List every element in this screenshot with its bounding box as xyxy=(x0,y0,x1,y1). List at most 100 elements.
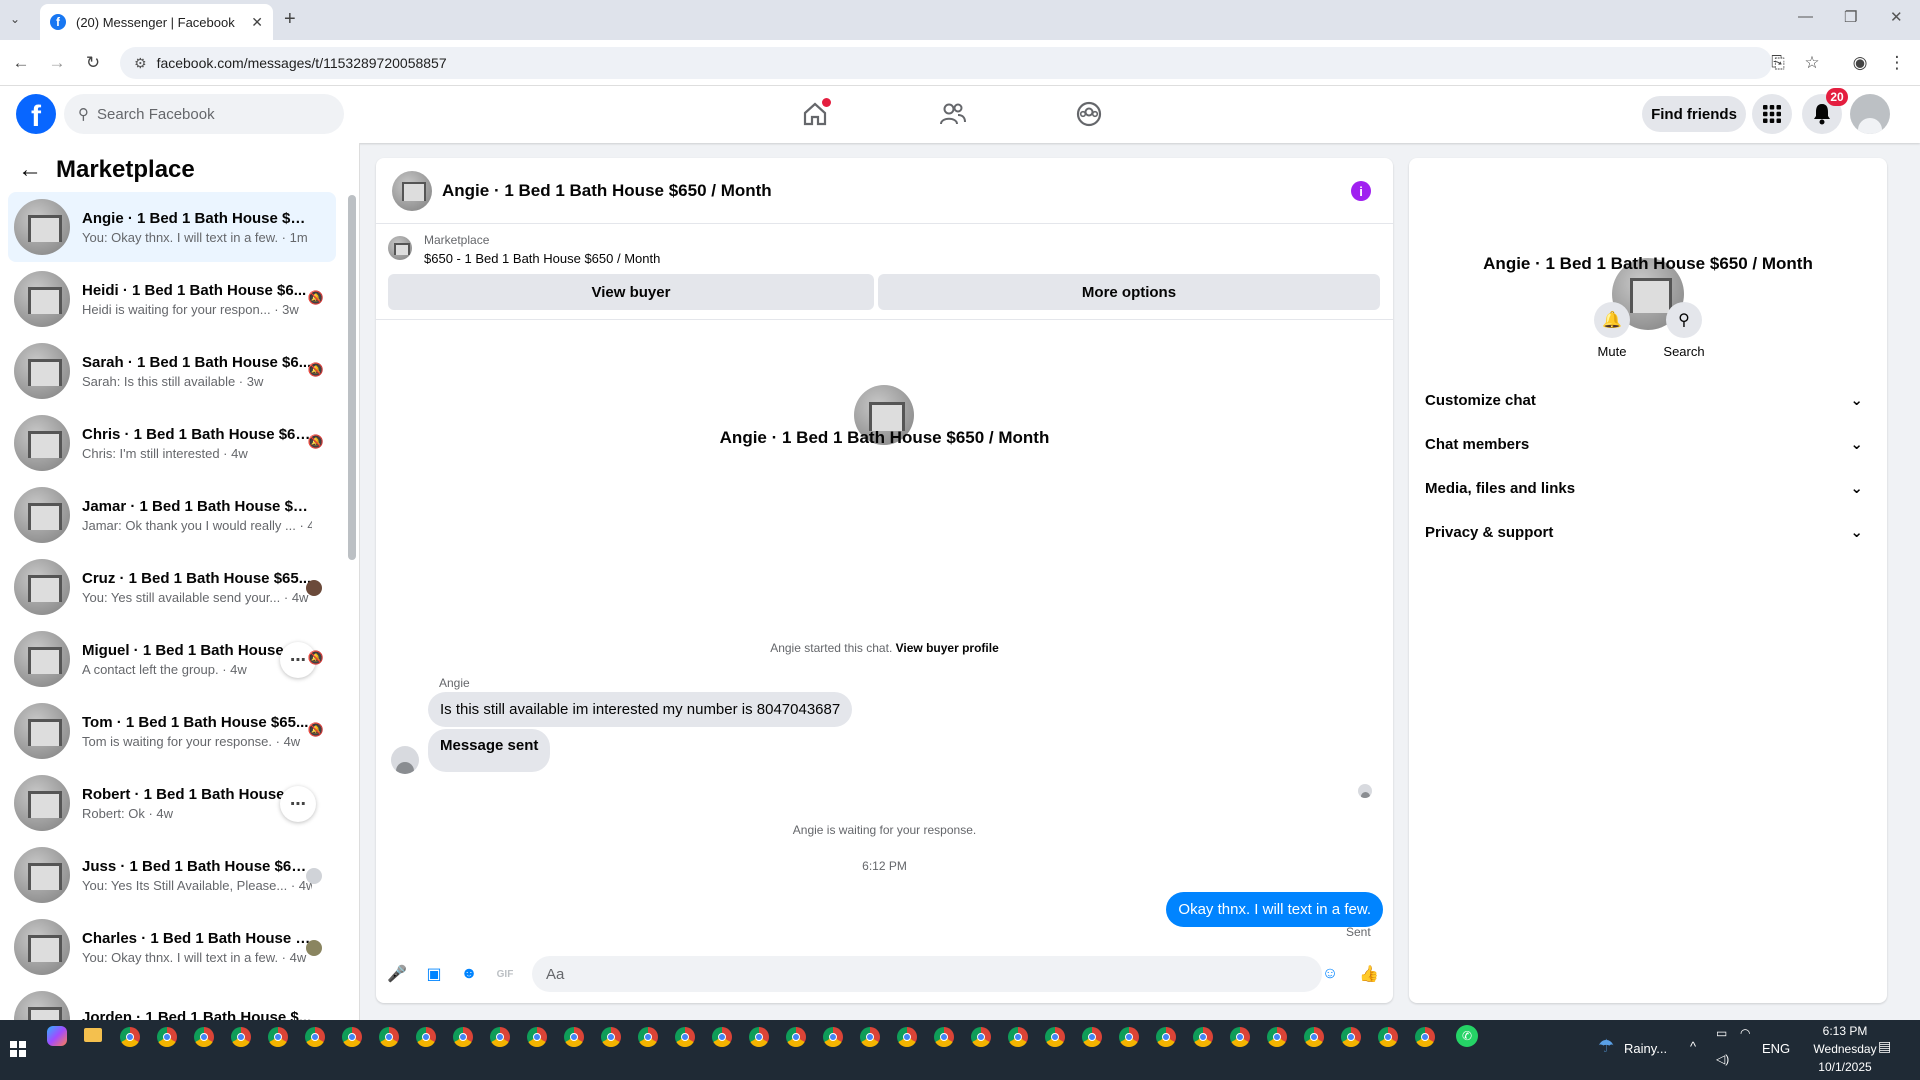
chrome-window-icon[interactable] xyxy=(527,1027,547,1047)
tray-chevron-icon[interactable]: ^ xyxy=(1690,1039,1696,1054)
notification-center-icon[interactable]: ▤ xyxy=(1878,1038,1891,1055)
conversation-item-cruz[interactable]: Cruz · 1 Bed 1 Bath House $65... You: Yes… xyxy=(8,552,336,622)
privacy-support-section[interactable]: Privacy & support ⌄ xyxy=(1425,514,1871,550)
chrome-window-icon[interactable] xyxy=(342,1027,362,1047)
device-icon[interactable]: ▭ xyxy=(1716,1026,1727,1040)
menu-grid-icon[interactable] xyxy=(1752,94,1792,134)
chrome-window-icon[interactable] xyxy=(1304,1027,1324,1047)
chrome-window-icon[interactable] xyxy=(786,1027,806,1047)
close-window-icon[interactable]: ✕ xyxy=(1890,8,1903,26)
chrome-window-icon[interactable] xyxy=(1341,1027,1361,1047)
more-options-icon[interactable]: ⋯ xyxy=(280,786,316,822)
chrome-window-icon[interactable] xyxy=(305,1027,325,1047)
address-bar[interactable]: ⚙ facebook.com/messages/t/11532897200588… xyxy=(120,47,1772,79)
emoji-icon[interactable]: ☺ xyxy=(1319,963,1341,985)
more-options-button[interactable]: More options xyxy=(878,274,1380,310)
mute-action[interactable]: 🔔 Mute xyxy=(1592,302,1632,359)
conversation-item-jorden[interactable]: Jorden · 1 Bed 1 Bath House $... xyxy=(8,984,336,1020)
install-app-icon[interactable]: ⎘ xyxy=(1765,50,1791,76)
outgoing-message[interactable]: Okay thnx. I will text in a few. xyxy=(1166,892,1383,927)
tab-list-icon[interactable]: ⌄ xyxy=(10,12,20,26)
chrome-window-icon[interactable] xyxy=(860,1027,880,1047)
conversation-item-charles[interactable]: Charles · 1 Bed 1 Bath House $... You: Ok… xyxy=(8,912,336,982)
facebook-search-input[interactable]: ⚲ Search Facebook xyxy=(64,94,344,134)
conversation-item-chris[interactable]: Chris · 1 Bed 1 Bath House $65... Chris: … xyxy=(8,408,336,478)
browser-menu-icon[interactable]: ⋮ xyxy=(1884,50,1910,76)
media-files-links-section[interactable]: Media, files and links ⌄ xyxy=(1425,470,1871,506)
copilot-icon[interactable] xyxy=(47,1026,67,1046)
file-explorer-icon[interactable] xyxy=(84,1028,102,1042)
wifi-icon[interactable]: ◠ xyxy=(1740,1026,1750,1040)
chrome-window-icon[interactable] xyxy=(268,1027,288,1047)
home-icon[interactable] xyxy=(798,98,832,129)
chrome-window-icon[interactable] xyxy=(1193,1027,1213,1047)
chrome-window-icon[interactable] xyxy=(379,1027,399,1047)
sticker-icon[interactable]: ☻ xyxy=(458,963,480,985)
chrome-window-icon[interactable] xyxy=(1082,1027,1102,1047)
chrome-window-icon[interactable] xyxy=(490,1027,510,1047)
chrome-window-icon[interactable] xyxy=(601,1027,621,1047)
chrome-window-icon[interactable] xyxy=(1230,1027,1250,1047)
weather-text[interactable]: Rainy... xyxy=(1624,1041,1667,1056)
chrome-window-icon[interactable] xyxy=(823,1027,843,1047)
restore-icon[interactable]: ❐ xyxy=(1844,8,1857,26)
incoming-message[interactable]: Message sent xyxy=(428,729,551,772)
whatsapp-icon[interactable]: ✆ xyxy=(1456,1025,1478,1047)
chrome-window-icon[interactable] xyxy=(231,1027,251,1047)
conversation-item-miguel[interactable]: Miguel · 1 Bed 1 Bath House $ A contact l… xyxy=(8,624,336,694)
browser-tab[interactable]: f (20) Messenger | Facebook ✕ xyxy=(40,4,273,40)
chrome-window-icon[interactable] xyxy=(675,1027,695,1047)
conversation-item-heidi[interactable]: Heidi · 1 Bed 1 Bath House $6... Heidi is… xyxy=(8,264,336,334)
customize-chat-section[interactable]: Customize chat ⌄ xyxy=(1425,382,1871,418)
profile-icon[interactable]: ◉ xyxy=(1847,50,1873,76)
chrome-window-icon[interactable] xyxy=(1267,1027,1287,1047)
photo-icon[interactable]: ▣ xyxy=(423,963,445,985)
view-buyer-button[interactable]: View buyer xyxy=(388,274,874,310)
chrome-window-icon[interactable] xyxy=(1045,1027,1065,1047)
chrome-window-icon[interactable] xyxy=(120,1027,140,1047)
chrome-window-icon[interactable] xyxy=(1378,1027,1398,1047)
chat-title[interactable]: Angie · 1 Bed 1 Bath House $650 / Month xyxy=(442,181,772,201)
conversation-item-jamar[interactable]: Jamar · 1 Bed 1 Bath House $650... Jamar:… xyxy=(8,480,336,550)
chrome-window-icon[interactable] xyxy=(1156,1027,1176,1047)
message-input[interactable]: Aa xyxy=(532,956,1322,992)
view-buyer-profile-link[interactable]: View buyer profile xyxy=(896,641,999,655)
chrome-window-icon[interactable] xyxy=(453,1027,473,1047)
microphone-icon[interactable]: 🎤 xyxy=(386,963,408,985)
facebook-logo[interactable]: f xyxy=(16,94,56,134)
chrome-window-icon[interactable] xyxy=(416,1027,436,1047)
conversation-item-juss[interactable]: Juss · 1 Bed 1 Bath House $65... You: Yes… xyxy=(8,840,336,910)
chrome-window-icon[interactable] xyxy=(1415,1027,1435,1047)
chrome-window-icon[interactable] xyxy=(971,1027,991,1047)
conversation-item-tom[interactable]: Tom · 1 Bed 1 Bath House $65... Tom is wa… xyxy=(8,696,336,766)
reload-icon[interactable]: ↻ xyxy=(80,50,106,76)
chat-avatar[interactable] xyxy=(392,170,432,211)
chrome-window-icon[interactable] xyxy=(564,1027,584,1047)
conversation-item-sarah[interactable]: Sarah · 1 Bed 1 Bath House $6... Sarah: I… xyxy=(8,336,336,406)
chrome-window-icon[interactable] xyxy=(934,1027,954,1047)
conversation-item-robert[interactable]: Robert · 1 Bed 1 Bath House $... Robert: … xyxy=(8,768,336,838)
chrome-window-icon[interactable] xyxy=(712,1027,732,1047)
conversation-info-icon[interactable]: i xyxy=(1351,181,1371,201)
friends-icon[interactable] xyxy=(936,99,970,129)
chrome-window-icon[interactable] xyxy=(638,1027,658,1047)
minimize-icon[interactable]: — xyxy=(1798,8,1813,25)
back-arrow-icon[interactable]: ← xyxy=(18,156,42,184)
forward-icon[interactable]: → xyxy=(44,50,70,76)
account-avatar[interactable] xyxy=(1850,94,1890,134)
chrome-window-icon[interactable] xyxy=(897,1027,917,1047)
chrome-window-icon[interactable] xyxy=(1008,1027,1028,1047)
chrome-window-icon[interactable] xyxy=(194,1027,214,1047)
bookmark-star-icon[interactable]: ☆ xyxy=(1799,50,1825,76)
back-icon[interactable]: ← xyxy=(8,50,34,76)
find-friends-button[interactable]: Find friends xyxy=(1642,96,1746,132)
new-tab-button[interactable]: + xyxy=(284,8,296,31)
chrome-window-icon[interactable] xyxy=(749,1027,769,1047)
volume-icon[interactable]: ◁) xyxy=(1716,1052,1729,1066)
weather-icon[interactable]: ☂ xyxy=(1598,1036,1614,1057)
conversation-item-angie[interactable]: Angie · 1 Bed 1 Bath House $650... You: O… xyxy=(8,192,336,262)
like-thumb-icon[interactable]: 👍 xyxy=(1358,963,1380,985)
gif-icon[interactable]: GIF xyxy=(494,963,516,985)
incoming-message[interactable]: Is this still available im interested my… xyxy=(428,692,853,727)
tab-close-icon[interactable]: ✕ xyxy=(251,14,263,31)
